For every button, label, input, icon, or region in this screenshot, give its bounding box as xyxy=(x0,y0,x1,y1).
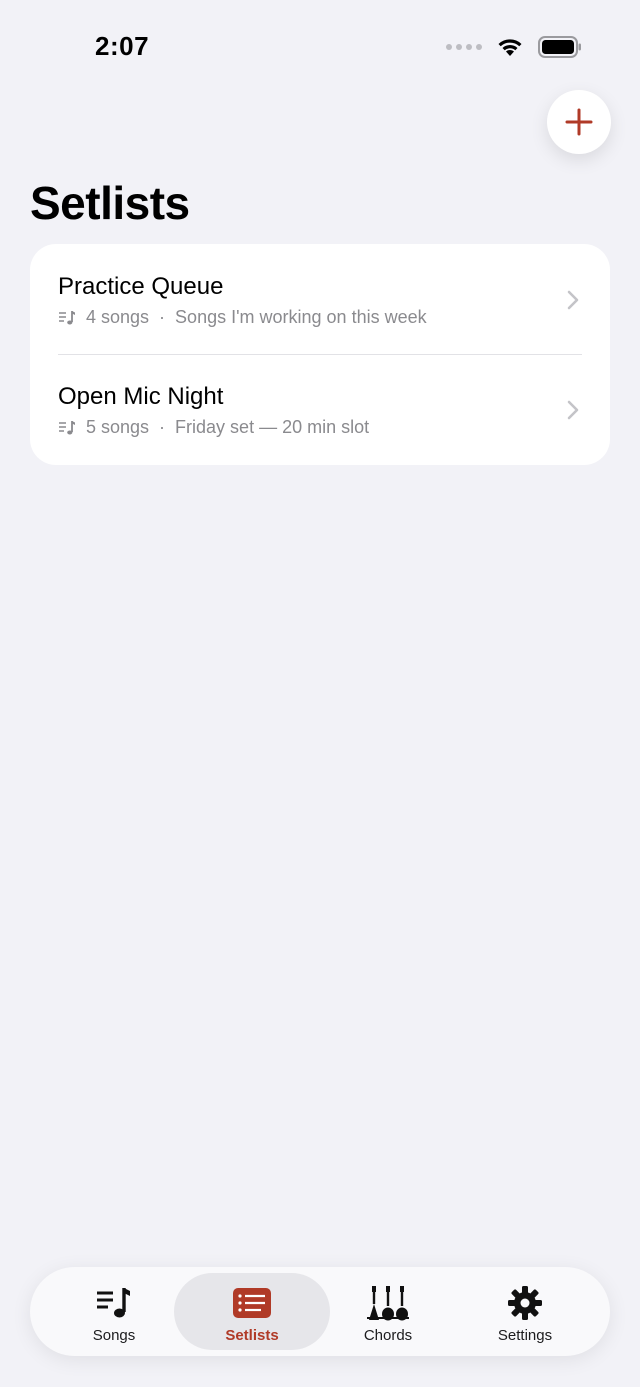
add-setlist-button[interactable] xyxy=(547,90,611,154)
setlist-row-practice-queue[interactable]: Practice Queue 4 songs · Songs I'm worki… xyxy=(30,244,610,355)
plus-icon xyxy=(565,108,593,136)
chevron-right-icon xyxy=(567,290,579,310)
page-title: Setlists xyxy=(30,177,190,229)
setlist-description: Friday set — 20 min slot xyxy=(175,417,370,437)
cellular-signal-icon xyxy=(446,44,482,50)
setlist-description: Songs I'm working on this week xyxy=(175,307,427,327)
tab-label: Settings xyxy=(497,1327,553,1344)
setlist-subtitle: 4 songs · Songs I'm working on this week xyxy=(58,307,427,328)
chevron-right-icon xyxy=(567,400,579,420)
wifi-icon xyxy=(496,37,524,57)
battery-icon xyxy=(538,36,582,58)
tab-setlists[interactable]: Setlists xyxy=(174,1273,330,1350)
song-count: 5 songs xyxy=(86,417,150,437)
setlist-row-open-mic-night[interactable]: Open Mic Night 5 songs · Friday set — 20… xyxy=(30,354,610,465)
music-list-icon xyxy=(58,420,76,436)
song-count: 4 songs xyxy=(86,307,150,327)
tab-label: Songs xyxy=(92,1327,136,1344)
guitars-icon xyxy=(366,1285,410,1321)
tab-bar: Songs Setlists Chords Settings xyxy=(30,1267,610,1356)
gear-icon xyxy=(507,1285,543,1321)
tab-label: Setlists xyxy=(225,1327,279,1344)
music-list-icon xyxy=(95,1285,133,1321)
setlist-icon xyxy=(232,1285,272,1321)
setlist-subtitle: 5 songs · Friday set — 20 min slot xyxy=(58,417,369,438)
tab-settings[interactable]: Settings xyxy=(447,1273,603,1350)
tab-songs[interactable]: Songs xyxy=(36,1273,192,1350)
setlist-title: Open Mic Night xyxy=(58,383,224,410)
separator: · xyxy=(159,417,166,437)
tab-label: Chords xyxy=(363,1327,413,1344)
setlist-list: Practice Queue 4 songs · Songs I'm worki… xyxy=(30,244,610,465)
status-indicators xyxy=(446,36,582,58)
status-bar: 2:07 xyxy=(0,0,640,90)
separator: · xyxy=(159,307,166,327)
tab-chords[interactable]: Chords xyxy=(310,1273,466,1350)
music-list-icon xyxy=(58,310,76,326)
setlist-title: Practice Queue xyxy=(58,273,224,300)
status-time: 2:07 xyxy=(95,31,150,61)
